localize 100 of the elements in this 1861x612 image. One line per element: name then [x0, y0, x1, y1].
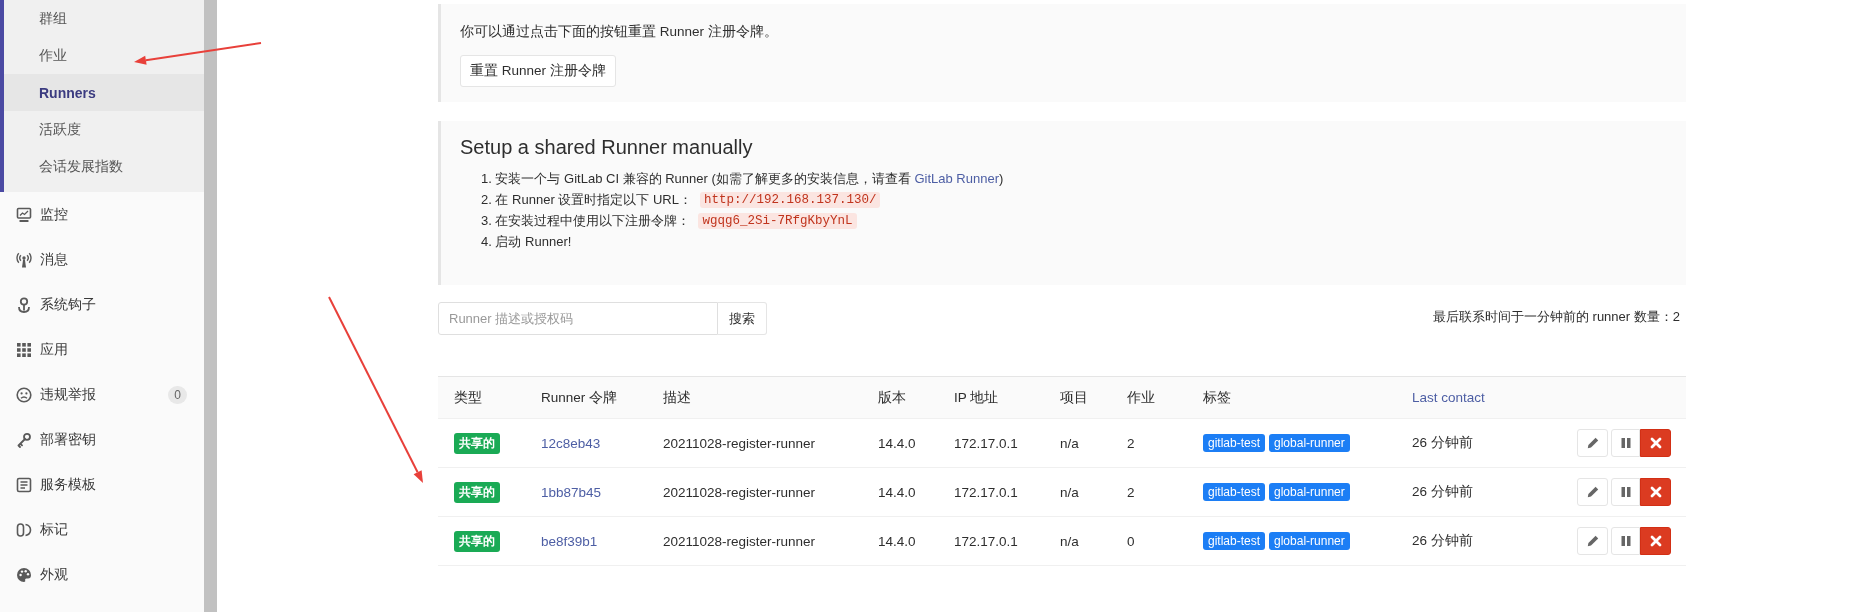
labels-icon: [16, 521, 32, 538]
panel-text: 你可以通过点击下面的按钮重置 Runner 注册令牌。: [460, 23, 779, 41]
step-text: 3. 在安装过程中使用以下注册令牌：: [481, 211, 691, 230]
submenu-item[interactable]: Runners: [4, 74, 204, 111]
sidebar-item-label: 系统钩子: [40, 295, 96, 314]
column-header: 标签: [1202, 388, 1232, 407]
pause-icon: [1619, 437, 1632, 449]
submenu-item[interactable]: 会话发展指数: [4, 148, 204, 185]
edit-button[interactable]: [1577, 429, 1608, 457]
step-text: 4. 启动 Runner!: [481, 232, 572, 251]
sidebar-item-label: 违规举报: [40, 385, 96, 404]
sidebar-item[interactable]: 系统钩子: [0, 282, 204, 327]
search-field[interactable]: Runner 描述或授权码: [438, 302, 718, 335]
tag-badge: gitlab-test: [1203, 434, 1266, 452]
help-link[interactable]: GitLab Runner: [914, 170, 999, 186]
code-snippet: wgqg6_2Si-7RfgKbyYnL: [698, 212, 857, 229]
delete-button[interactable]: [1640, 527, 1671, 555]
sidebar-item-label: 应用: [40, 340, 68, 359]
sidebar-item[interactable]: 标记: [0, 507, 204, 552]
submenu-item[interactable]: 作业: [4, 37, 204, 74]
delete-button[interactable]: [1640, 429, 1671, 457]
pause-button[interactable]: [1611, 429, 1640, 457]
submenu-item[interactable]: 活跃度: [4, 111, 204, 148]
ip-cell-text: 172.17.0.1: [953, 484, 1019, 500]
sidebar-item-label: 监控: [40, 205, 68, 224]
cross-icon: [1649, 535, 1662, 547]
step-text: 2. 在 Runner 设置时指定以下 URL：: [481, 190, 692, 209]
tag-badge: global-runner: [1269, 434, 1350, 452]
type-badge: 共享的: [454, 481, 500, 503]
pause-button[interactable]: [1611, 527, 1640, 555]
sidebar-item[interactable]: 部署密钥: [0, 417, 204, 462]
sidebar-item-label: 外观: [40, 565, 68, 584]
projects-cell-text: n/a: [1059, 533, 1080, 549]
description-cell-text: 20211028-register-runner: [662, 533, 817, 549]
submenu-item[interactable]: 群组: [4, 0, 204, 37]
runner-count-text: 最后联系时间于一分钟前的 runner 数量：2: [1432, 308, 1680, 326]
search-button[interactable]: 搜索: [718, 302, 767, 335]
sidebar-item-label: 标记: [40, 520, 68, 539]
column-header: 作业: [1126, 388, 1156, 407]
anchor-icon: [16, 296, 32, 313]
description-cell-text: 20211028-register-runner: [662, 484, 817, 500]
jobs-cell-text: 2: [1126, 484, 1136, 500]
grid-icon: [16, 341, 32, 358]
column-header: 版本: [877, 388, 907, 407]
runner-token-link[interactable]: 1bb87b45: [541, 484, 602, 500]
tag-badge: gitlab-test: [1203, 532, 1266, 550]
scrollbar[interactable]: [204, 0, 217, 612]
edit-button[interactable]: [1577, 478, 1608, 506]
pause-button[interactable]: [1611, 478, 1640, 506]
projects-cell-text: n/a: [1059, 484, 1080, 500]
sort-link[interactable]: Last contact: [1396, 390, 1546, 405]
pencil-icon: [1586, 535, 1599, 547]
type-badge: 共享的: [454, 530, 500, 552]
tag-badge: gitlab-test: [1203, 483, 1266, 501]
last-contact-cell-text: 26 分钟前: [1411, 532, 1474, 550]
description-cell-text: 20211028-register-runner: [662, 435, 817, 451]
type-badge: 共享的: [454, 432, 500, 454]
projects-cell-text: n/a: [1059, 435, 1080, 451]
key-icon: [16, 431, 32, 448]
pencil-icon: [1586, 437, 1599, 449]
step-text: 1. 安装一个与 GitLab CI 兼容的 Runner (如需了解更多的安装信息，请查看 GitLab Runner): [481, 169, 1004, 188]
palette-icon: [16, 566, 32, 583]
code-snippet: http://192.168.137.130/: [699, 191, 881, 208]
cross-icon: [1649, 437, 1662, 449]
document-icon: [16, 476, 32, 493]
column-header: 描述: [662, 388, 692, 407]
tag-badge: global-runner: [1269, 483, 1350, 501]
version-cell-text: 14.4.0: [877, 484, 917, 500]
sidebar-item-label: 消息: [40, 250, 68, 269]
count-badge: 0: [168, 385, 187, 404]
sidebar-item[interactable]: 监控: [0, 192, 204, 237]
sidebar-item[interactable]: 消息: [0, 237, 204, 282]
jobs-cell-text: 0: [1126, 533, 1136, 549]
delete-button[interactable]: [1640, 478, 1671, 506]
ip-cell-text: 172.17.0.1: [953, 533, 1019, 549]
setup-title: Setup a shared Runner manually: [460, 135, 754, 160]
sidebar-item[interactable]: 应用: [0, 327, 204, 372]
last-contact-cell-text: 26 分钟前: [1411, 483, 1474, 501]
runner-token-link[interactable]: 12c8eb43: [541, 435, 601, 451]
reset-token-button[interactable]: 重置 Runner 注册令牌: [460, 55, 616, 87]
column-header: 类型: [453, 388, 483, 407]
tag-badge: global-runner: [1269, 532, 1350, 550]
version-cell-text: 14.4.0: [877, 435, 917, 451]
sidebar-item[interactable]: 外观: [0, 552, 204, 597]
sidebar-item-label: 部署密钥: [40, 430, 96, 449]
ip-cell-text: 172.17.0.1: [953, 435, 1019, 451]
pause-icon: [1619, 535, 1632, 547]
runner-token-link[interactable]: be8f39b1: [541, 533, 598, 549]
column-header: 项目: [1059, 388, 1089, 407]
sidebar-item[interactable]: 违规举报 0: [0, 372, 204, 417]
sad-face-icon: [16, 386, 32, 403]
column-header: Runner 令牌: [540, 388, 619, 407]
column-header: IP 地址: [953, 388, 1000, 407]
version-cell-text: 14.4.0: [877, 533, 917, 549]
sidebar-item[interactable]: 服务模板: [0, 462, 204, 507]
cross-icon: [1649, 486, 1662, 498]
edit-button[interactable]: [1577, 527, 1608, 555]
last-contact-cell-text: 26 分钟前: [1411, 434, 1474, 452]
pause-icon: [1619, 486, 1632, 498]
sidebar-item-label: 服务模板: [40, 475, 96, 494]
